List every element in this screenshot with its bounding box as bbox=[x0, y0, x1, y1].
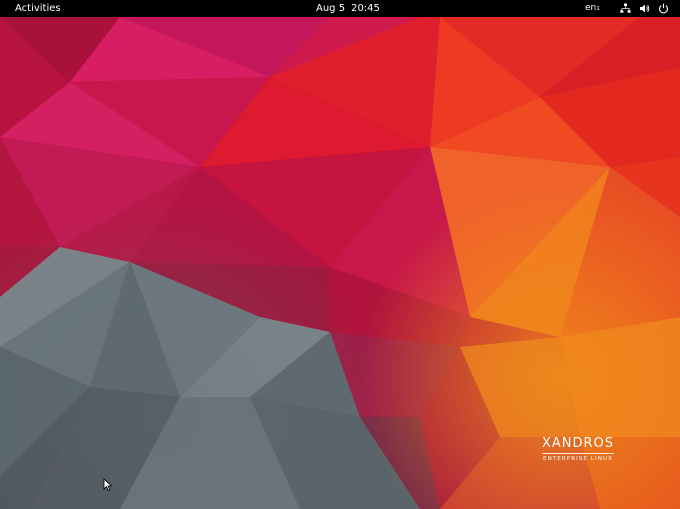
power-icon[interactable] bbox=[658, 3, 669, 14]
desktop[interactable]: XANDROS ENTERPRISE LINUX bbox=[0, 17, 680, 509]
activities-button[interactable]: Activities bbox=[15, 2, 61, 15]
logo-tagline: ENTERPRISE LINUX bbox=[542, 453, 614, 463]
network-icon[interactable] bbox=[620, 3, 631, 14]
input-language-indicator[interactable]: en₁ bbox=[585, 2, 600, 15]
logo-name: XANDROS bbox=[541, 436, 615, 451]
mouse-pointer-icon bbox=[103, 478, 113, 492]
volume-icon[interactable] bbox=[639, 3, 650, 14]
distribution-logo: XANDROS ENTERPRISE LINUX bbox=[536, 437, 620, 463]
top-bar: Activities Aug 5 20:45 en₁ bbox=[0, 0, 680, 17]
screen: Activities Aug 5 20:45 en₁ XANDROS ENTER… bbox=[0, 0, 680, 509]
clock-date: Aug 5 bbox=[316, 3, 346, 14]
clock-time: 20:45 bbox=[351, 3, 380, 14]
clock-menu[interactable]: Aug 5 20:45 bbox=[316, 2, 380, 15]
